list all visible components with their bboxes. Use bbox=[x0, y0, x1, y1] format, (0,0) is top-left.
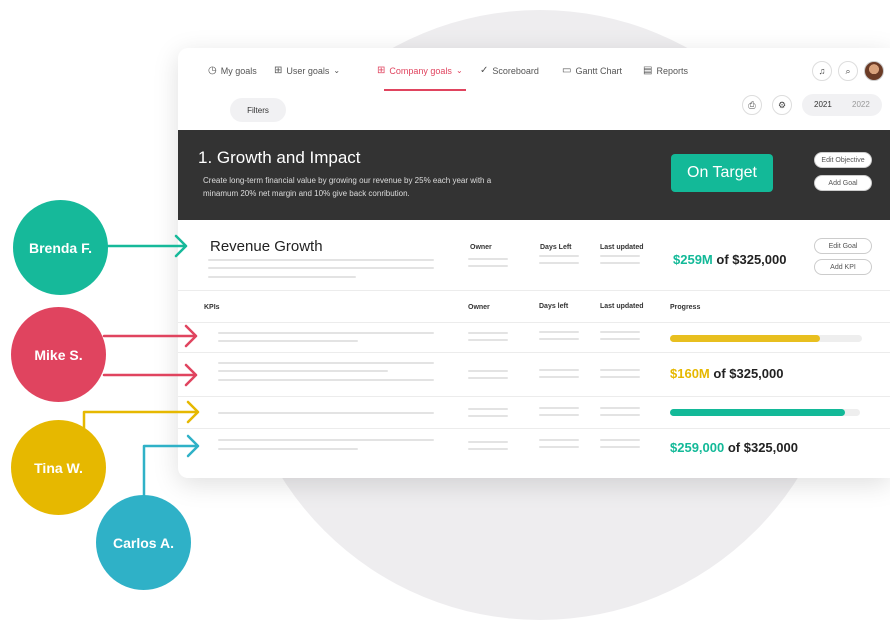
arrow-tina bbox=[82, 400, 200, 430]
person-brenda[interactable]: Brenda F. bbox=[13, 200, 108, 295]
person-carlos[interactable]: Carlos A. bbox=[96, 495, 191, 590]
person-mike[interactable]: Mike S. bbox=[11, 307, 106, 402]
arrow-brenda bbox=[106, 234, 188, 258]
arrow-mike-1 bbox=[102, 324, 198, 348]
arrow-carlos bbox=[142, 434, 200, 498]
person-tina[interactable]: Tina W. bbox=[11, 420, 106, 515]
arrow-mike-2 bbox=[102, 363, 198, 387]
